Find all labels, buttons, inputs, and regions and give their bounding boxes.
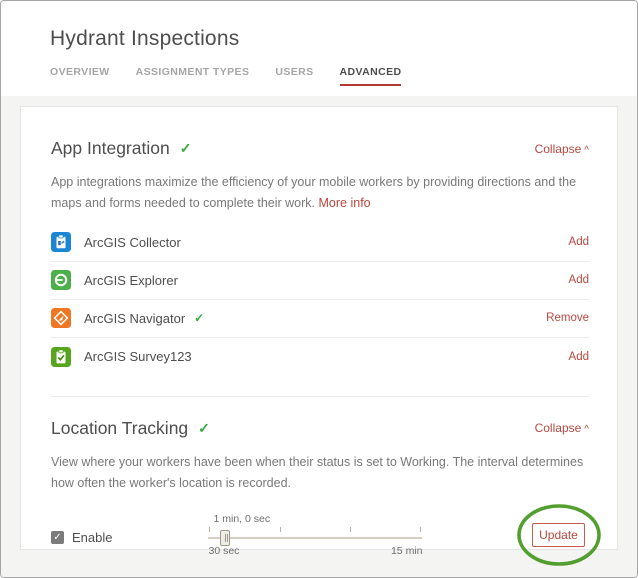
explorer-add-link[interactable]: Add: [569, 274, 589, 286]
enable-label: Enable: [72, 530, 112, 545]
tick-mark: [209, 527, 210, 532]
enable-checkbox[interactable]: ✓: [51, 531, 64, 544]
app-integration-collapse-link[interactable]: Collapse^: [535, 142, 589, 156]
tab-users[interactable]: USERS: [275, 66, 313, 86]
app-row-navigator: ArcGIS Navigator ✓ Remove: [51, 300, 589, 338]
tab-overview[interactable]: OVERVIEW: [50, 66, 110, 86]
slider-handle[interactable]: [220, 530, 230, 546]
tick-mark: [420, 527, 421, 532]
update-button[interactable]: Update: [532, 523, 585, 547]
caret-up-icon: ^: [584, 424, 589, 435]
tick-mark: [280, 527, 281, 532]
app-integration-section: App Integration ✓ Collapse^ App integrat…: [51, 138, 589, 376]
caret-up-icon: ^: [584, 145, 589, 156]
explorer-icon: [51, 270, 71, 290]
app-name: ArcGIS Collector: [84, 235, 181, 250]
page-title: Hydrant Inspections: [50, 27, 637, 51]
app-name: ArcGIS Explorer: [84, 273, 178, 288]
tab-assignment-types[interactable]: ASSIGNMENT TYPES: [136, 66, 250, 86]
app-integration-title: App Integration: [51, 138, 170, 159]
location-tracking-section: Location Tracking ✓ Collapse^ View where…: [51, 418, 589, 558]
content-background: App Integration ✓ Collapse^ App integrat…: [1, 96, 637, 578]
location-tracking-collapse-link[interactable]: Collapse^: [535, 421, 589, 435]
app-list: ArcGIS Collector Add ArcGIS Explorer Add: [51, 224, 589, 376]
app-row-collector: ArcGIS Collector Add: [51, 224, 589, 262]
more-info-link[interactable]: More info: [319, 196, 371, 210]
app-integration-description: App integrations maximize the efficiency…: [51, 172, 589, 215]
slider-max-label: 15 min: [391, 545, 423, 557]
navigator-icon: [51, 308, 71, 328]
slider-current-value: 1 min, 0 sec: [213, 513, 422, 525]
navigator-enabled-check-icon: ✓: [194, 311, 204, 325]
settings-card: App Integration ✓ Collapse^ App integrat…: [20, 106, 618, 550]
tab-advanced[interactable]: ADVANCED: [340, 66, 402, 86]
survey123-add-link[interactable]: Add: [569, 351, 589, 363]
collector-icon: [51, 232, 71, 252]
tab-bar: OVERVIEW ASSIGNMENT TYPES USERS ADVANCED: [50, 66, 637, 86]
survey123-icon: [51, 347, 71, 367]
enable-group: ✓ Enable: [51, 530, 112, 545]
workforce-window: Hydrant Inspections OVERVIEW ASSIGNMENT …: [0, 0, 638, 578]
tick-mark: [350, 527, 351, 532]
app-name: ArcGIS Survey123: [84, 349, 192, 364]
location-tracking-description: View where your workers have been when t…: [51, 452, 589, 495]
location-tracking-controls: ✓ Enable 1 min, 0 sec: [51, 513, 589, 557]
update-button-area: Update: [532, 523, 585, 547]
section-divider: [51, 396, 589, 397]
app-row-explorer: ArcGIS Explorer Add: [51, 262, 589, 300]
page-header: Hydrant Inspections OVERVIEW ASSIGNMENT …: [1, 1, 637, 96]
location-tracking-title: Location Tracking: [51, 418, 188, 439]
interval-slider: 1 min, 0 sec 30 sec 15 min: [208, 513, 422, 557]
section-check-icon: ✓: [198, 420, 210, 437]
slider-track[interactable]: [208, 537, 422, 539]
slider-ticks: [208, 527, 422, 532]
app-row-survey123: ArcGIS Survey123 Add: [51, 338, 589, 376]
app-name: ArcGIS Navigator: [84, 311, 185, 326]
navigator-remove-link[interactable]: Remove: [546, 312, 589, 324]
section-check-icon: ✓: [180, 140, 192, 157]
collector-add-link[interactable]: Add: [569, 236, 589, 248]
slider-min-label: 30 sec: [208, 545, 239, 557]
